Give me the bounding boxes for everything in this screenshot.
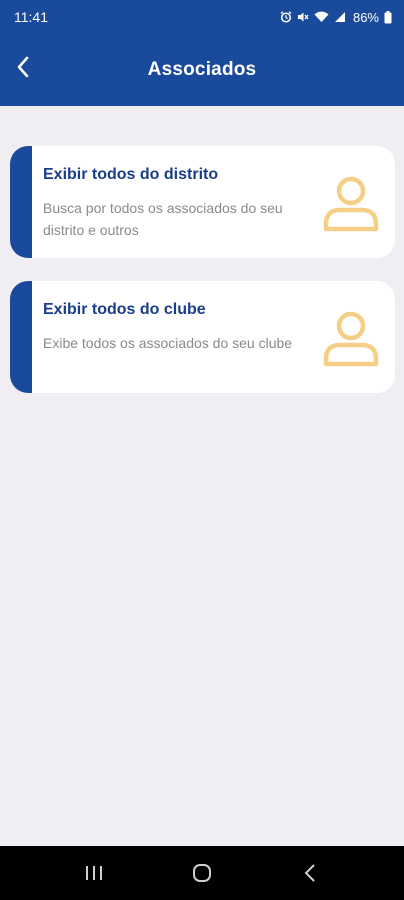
back-icon: [304, 864, 315, 882]
signal-icon: [334, 12, 345, 22]
card-district-members[interactable]: Exibir todos do distrito Busca por todos…: [10, 146, 395, 258]
chevron-left-icon: [17, 56, 29, 78]
person-icon: [323, 176, 379, 232]
battery-icon: [384, 10, 392, 23]
card-accent-bar: [10, 146, 32, 258]
home-icon: [193, 864, 211, 882]
mute-icon: [297, 12, 309, 22]
recent-apps-button[interactable]: [72, 851, 116, 895]
card-club-members[interactable]: Exibir todos do clube Exibe todos os ass…: [10, 281, 395, 393]
system-nav-bar: [0, 846, 404, 900]
wifi-icon: [314, 11, 329, 22]
recent-apps-icon: [86, 866, 102, 880]
card-description: Exibe todos os associados do seu clube: [43, 335, 293, 351]
person-icon: [323, 311, 379, 367]
status-time: 11:41: [14, 9, 48, 25]
alarm-icon: [280, 11, 292, 23]
card-title: Exibir todos do distrito: [43, 166, 219, 183]
system-back-button[interactable]: [288, 851, 332, 895]
status-bar: 11:41 86%: [0, 0, 404, 34]
home-button[interactable]: [180, 851, 224, 895]
status-icons: 86%: [280, 10, 392, 25]
back-button[interactable]: [8, 50, 38, 84]
card-description: Busca por todos os associados do seu dis…: [43, 200, 283, 238]
card-title: Exibir todos do clube: [43, 301, 206, 318]
page-title: Associados: [147, 59, 257, 80]
battery-level: 86%: [352, 9, 379, 25]
card-accent-bar: [10, 281, 32, 393]
app-bar: Associados: [0, 34, 404, 106]
